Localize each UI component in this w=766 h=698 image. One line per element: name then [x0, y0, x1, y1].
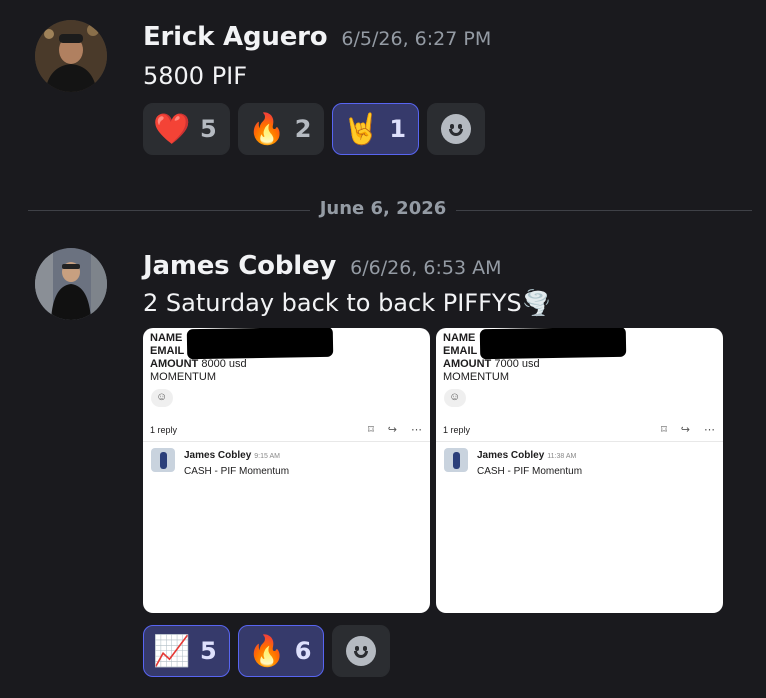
- add-emoji-icon: ☺: [151, 389, 173, 407]
- reaction-rock-on[interactable]: 🤘 1: [332, 103, 420, 155]
- timestamp[interactable]: 6/5/26, 6:27 PM: [341, 28, 491, 50]
- reaction-bar: ❤️ 5 🔥 2 🤘 1: [143, 103, 486, 155]
- thread-bar: 1 reply ⌑ ↪ ⋯: [150, 423, 422, 436]
- reaction-count: 1: [389, 115, 407, 143]
- reaction-count: 5: [200, 115, 217, 143]
- bookmark-icon: ⌑: [368, 424, 374, 436]
- reply-time: 9:15 AM: [254, 453, 280, 460]
- redaction-mark: [186, 328, 334, 360]
- name-label: NAME: [150, 332, 183, 344]
- separator: [143, 441, 430, 442]
- reply-author: James Cobley: [184, 450, 252, 461]
- heart-icon: ❤️: [153, 111, 191, 147]
- image-attachment[interactable]: NAME EMAIL AMOUNT 7000 usd MOMENTUM ☺ 1 …: [436, 328, 723, 613]
- email-label: EMAIL: [443, 345, 478, 357]
- reply-time: 11:38 AM: [547, 453, 577, 460]
- rock-on-hand-icon: 🤘: [342, 111, 381, 147]
- email-label: EMAIL: [150, 345, 185, 357]
- message-header: James Cobley 6/6/26, 6:53 AM: [143, 251, 501, 281]
- add-reaction-button[interactable]: [427, 103, 486, 155]
- chart-increasing-icon: 📈: [153, 633, 191, 669]
- share-icon: ↪: [387, 424, 397, 436]
- reaction-fire[interactable]: 🔥 2: [237, 103, 325, 155]
- reply-text: CASH - PIF Momentum: [184, 466, 290, 477]
- name-label: NAME: [443, 332, 476, 344]
- reaction-chart[interactable]: 📈 5: [143, 625, 230, 677]
- thread-reply: James Cobley 11:38 AM CASH - PIF Momentum: [444, 448, 582, 479]
- reaction-heart[interactable]: ❤️ 5: [143, 103, 230, 155]
- date-divider-label: June 6, 2026: [309, 198, 457, 219]
- smiley-icon: [441, 114, 472, 144]
- bookmark-icon: ⌑: [661, 424, 667, 436]
- smiley-icon: [346, 636, 377, 666]
- fire-icon: 🔥: [248, 111, 286, 147]
- reaction-fire[interactable]: 🔥 6: [237, 625, 325, 677]
- separator: [436, 441, 723, 442]
- thread-bar: 1 reply ⌑ ↪ ⋯: [443, 423, 715, 436]
- more-icon: ⋯: [704, 424, 715, 436]
- reaction-count: 5: [200, 637, 217, 665]
- add-reaction-button[interactable]: [332, 625, 391, 677]
- timestamp[interactable]: 6/6/26, 6:53 AM: [350, 257, 501, 279]
- username[interactable]: James Cobley: [143, 251, 336, 281]
- program-label: MOMENTUM: [443, 371, 509, 383]
- more-icon: ⋯: [411, 424, 422, 436]
- add-emoji-icon: ☺: [444, 389, 466, 407]
- amount-value: 8000 usd: [201, 358, 247, 370]
- user-avatar[interactable]: [35, 20, 107, 92]
- reply-text: CASH - PIF Momentum: [477, 466, 583, 477]
- message-content: 2 Saturday back to back PIFFYS🌪️: [143, 289, 552, 317]
- reaction-count: 6: [294, 637, 312, 665]
- fire-icon: 🔥: [248, 633, 286, 669]
- reaction-count: 2: [294, 115, 312, 143]
- message-header: Erick Aguero 6/5/26, 6:27 PM: [143, 22, 491, 52]
- reply-avatar: [151, 448, 175, 472]
- amount-label: AMOUNT: [443, 358, 492, 370]
- message-content: 5800 PIF: [143, 62, 248, 90]
- image-attachment[interactable]: NAME EMAIL AMOUNT 8000 usd MOMENTUM ☺ 1 …: [143, 328, 430, 613]
- thread-replies: 1 reply: [443, 424, 471, 435]
- thread-replies: 1 reply: [150, 424, 178, 435]
- reply-avatar: [444, 448, 468, 472]
- user-avatar[interactable]: [35, 248, 107, 320]
- amount-value: 7000 usd: [494, 358, 540, 370]
- reaction-bar: 📈 5 🔥 6: [143, 625, 391, 677]
- share-icon: ↪: [680, 424, 690, 436]
- amount-label: AMOUNT: [150, 358, 199, 370]
- thread-reply: James Cobley 9:15 AM CASH - PIF Momentum: [151, 448, 289, 479]
- reply-author: James Cobley: [477, 450, 545, 461]
- date-divider: June 6, 2026: [0, 198, 766, 219]
- redaction-mark: [479, 328, 627, 360]
- username[interactable]: Erick Aguero: [143, 22, 328, 52]
- program-label: MOMENTUM: [150, 371, 216, 383]
